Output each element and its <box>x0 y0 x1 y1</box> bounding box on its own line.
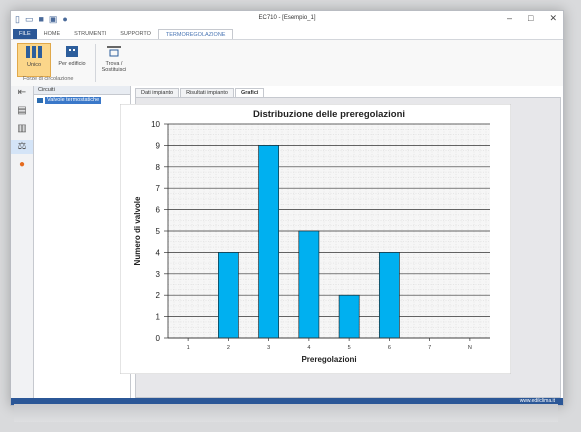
x-tick-label: 7 <box>428 345 431 351</box>
unico-label: Unico <box>26 62 42 68</box>
bar-3 <box>258 145 279 339</box>
ribbon-group-label: Forze di circolazione <box>23 76 74 82</box>
x-tick-label: 4 <box>307 345 310 351</box>
menu-termoregolazione[interactable]: TERMOREGOLAZIONE <box>157 28 234 40</box>
x-tick-label: N <box>468 345 472 351</box>
y-tick-label: 9 <box>156 141 161 150</box>
bar-4 <box>298 230 320 339</box>
menu-supporto[interactable]: SUPPORTO <box>113 29 158 39</box>
y-tick-label: 0 <box>156 334 161 343</box>
ribbon-tabs: FILE HOME STRUMENTI SUPPORTO TERMOREGOLA… <box>11 28 563 40</box>
preregolazioni-chart: Distribuzione delle preregolazioni 0 1 2 3 4… <box>120 104 511 374</box>
trova-sostituisci-button[interactable]: Trova / Sostituisci <box>99 43 129 75</box>
trova-sostituisci-label: Trova / Sostituisci <box>101 61 127 73</box>
per-edificio-label: Per edificio <box>58 61 86 67</box>
y-axis-label: Numero di valvole <box>133 196 142 265</box>
menu-home[interactable]: HOME <box>37 29 68 39</box>
minimize-icon[interactable]: – <box>507 13 512 24</box>
bar-5 <box>338 294 360 339</box>
y-tick-label: 1 <box>156 313 161 322</box>
y-tick-label: 5 <box>156 227 161 236</box>
tree-item-valvole[interactable]: Valvole termostatiche <box>37 97 130 104</box>
radiator-icon <box>26 46 42 58</box>
y-tick-label: 8 <box>156 163 161 172</box>
menu-strumenti[interactable]: STRUMENTI <box>67 29 113 39</box>
bar-2 <box>218 252 239 339</box>
circuit-tree: Circuiti Valvole termostatiche <box>34 86 131 398</box>
maximize-icon[interactable]: □ <box>528 13 533 24</box>
bar-6 <box>379 252 400 339</box>
chart-title: Distribuzione delle preregolazioni <box>253 109 405 120</box>
find-replace-icon <box>107 46 121 57</box>
menu-file[interactable]: FILE <box>13 29 37 39</box>
collapse-icon[interactable]: ⇤ <box>11 86 33 100</box>
x-tick-label: 2 <box>227 345 230 351</box>
title-bar: ▯ ▭ ■ ▣ ● EC710 - [Esempio_1] – □ ✕ <box>11 11 563 29</box>
chart-grid <box>167 123 490 339</box>
unico-button[interactable]: Unico <box>17 43 51 77</box>
y-tick-label: 7 <box>156 184 161 193</box>
document-icon[interactable]: ▤ <box>11 104 33 118</box>
ribbon-group-separator <box>95 44 96 82</box>
x-tick-label: 6 <box>388 345 391 351</box>
y-tick-label: 4 <box>156 248 161 257</box>
x-tick-label: 3 <box>267 345 270 351</box>
x-axis-label: Preregolazioni <box>301 355 356 364</box>
valve-icon <box>37 98 43 103</box>
window-controls: – □ ✕ <box>507 13 557 24</box>
x-tick-label: 5 <box>348 345 351 351</box>
chart-icon[interactable]: ● <box>11 158 33 172</box>
y-tick-label: 3 <box>156 270 161 279</box>
vertical-toolbar: ⇤ ▤ ▥ ⚖ ● <box>11 86 34 398</box>
window-title: EC710 - [Esempio_1] <box>258 15 316 21</box>
tree-item-label: Valvole termostatiche <box>45 97 102 104</box>
per-edificio-button[interactable]: Per edificio <box>53 43 91 75</box>
close-icon[interactable]: ✕ <box>549 13 557 24</box>
building-icon <box>66 46 78 57</box>
ribbon: Unico Per edificio Trova / Sostituisci F… <box>11 39 563 87</box>
y-tick-label: 10 <box>151 120 160 129</box>
y-tick-label: 2 <box>156 291 161 300</box>
radiator-icon[interactable]: ▥ <box>11 122 33 136</box>
balance-icon[interactable]: ⚖ <box>11 140 33 154</box>
window-reflection <box>14 404 558 422</box>
y-tick-label: 6 <box>156 206 161 215</box>
x-tick-label: 1 <box>187 345 190 351</box>
tree-header: Circuiti <box>34 86 130 95</box>
